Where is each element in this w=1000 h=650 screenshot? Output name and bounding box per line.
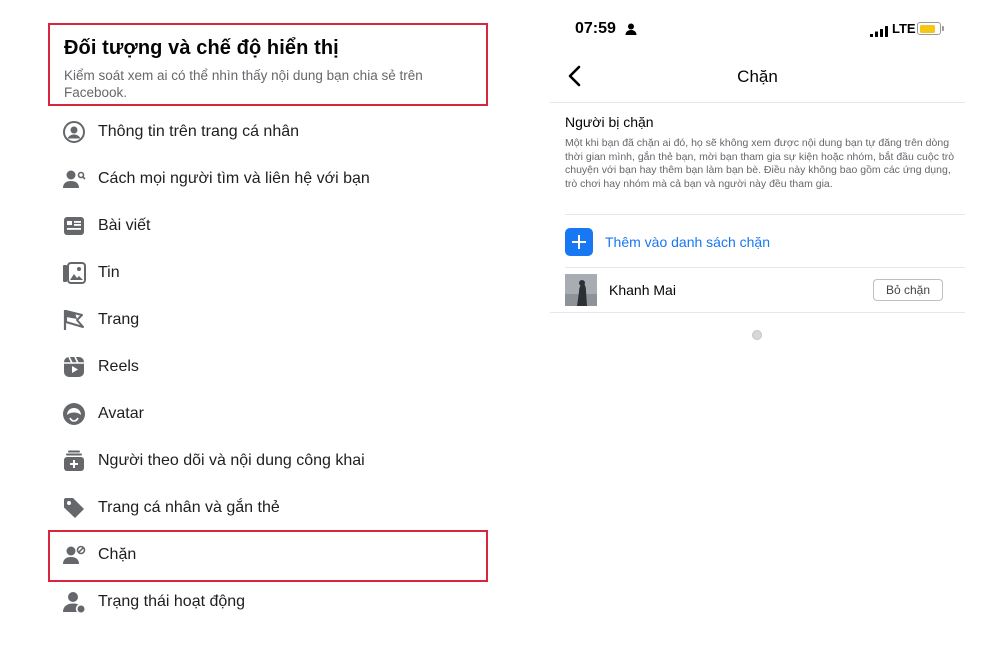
blocked-user-name: Khanh Mai xyxy=(609,282,676,298)
followers-icon xyxy=(62,449,86,473)
find-contact-icon xyxy=(62,167,86,191)
avatar xyxy=(565,274,597,306)
blocking-description: Một khi bạn đã chặn ai đó, họ sẽ không x… xyxy=(565,137,955,190)
unblock-button[interactable]: Bỏ chặn xyxy=(873,279,943,301)
network-label: LTE xyxy=(892,21,916,36)
menu-label: Tin xyxy=(98,264,120,281)
add-to-block-list-button[interactable]: Thêm vào danh sách chặn xyxy=(565,228,770,256)
divider xyxy=(550,312,965,313)
add-to-block-list-label: Thêm vào danh sách chặn xyxy=(605,234,770,250)
divider xyxy=(550,102,965,103)
divider xyxy=(565,267,965,268)
blocked-people-heading: Người bị chặn xyxy=(565,114,654,130)
pages-flag-icon xyxy=(62,308,86,332)
menu-item-stories[interactable]: Tin xyxy=(62,258,482,288)
menu-label: Reels xyxy=(98,358,139,375)
menu-label: Trang xyxy=(98,311,140,328)
screen-title: Chặn xyxy=(737,67,778,86)
menu-item-followers[interactable]: Người theo dõi và nội dung công khai xyxy=(62,446,482,476)
menu-item-profile-tagging[interactable]: Trang cá nhân và gắn thẻ xyxy=(62,493,482,523)
status-time: 07:59 xyxy=(575,20,616,37)
plus-icon xyxy=(565,228,593,256)
avatar-face-icon xyxy=(62,402,86,426)
battery-nub xyxy=(942,26,944,31)
menu-item-block[interactable]: Chặn xyxy=(62,540,482,570)
menu-label: Người theo dõi và nội dung công khai xyxy=(98,452,365,469)
battery-icon xyxy=(917,22,941,35)
menu-item-avatar[interactable]: Avatar xyxy=(62,399,482,429)
phone-block-screen: 07:59 LTE Chặn Người bị chặn Một khi bạn… xyxy=(550,0,965,650)
loading-indicator xyxy=(752,330,762,340)
profile-info-icon xyxy=(62,120,86,144)
menu-item-reels[interactable]: Reels xyxy=(62,352,482,382)
reels-icon xyxy=(62,355,86,379)
privacy-settings-panel: Đối tượng và chế độ hiển thị Kiểm soát x… xyxy=(0,0,520,650)
signal-icon xyxy=(870,24,888,42)
tag-icon xyxy=(62,496,86,520)
audience-visibility-header: Đối tượng và chế độ hiển thị Kiểm soát x… xyxy=(48,23,488,106)
menu-item-active-status[interactable]: Trạng thái hoạt động xyxy=(62,587,482,617)
menu-label: Thông tin trên trang cá nhân xyxy=(98,123,300,140)
posts-icon xyxy=(62,214,86,238)
page-subtitle: Kiểm soát xem ai có thể nhìn thấy nội du… xyxy=(64,68,423,100)
block-user-icon xyxy=(62,543,86,567)
menu-item-find-contact[interactable]: Cách mọi người tìm và liên hệ với bạn xyxy=(62,164,482,194)
menu-label: Avatar xyxy=(98,405,144,422)
stories-icon xyxy=(62,261,86,285)
menu-item-posts[interactable]: Bài viết xyxy=(62,211,482,241)
menu-label: Bài viết xyxy=(98,217,151,234)
menu-item-profile-info[interactable]: Thông tin trên trang cá nhân xyxy=(62,117,482,147)
menu-label: Cách mọi người tìm và liên hệ với bạn xyxy=(98,170,370,187)
menu-label: Trang cá nhân và gắn thẻ xyxy=(98,499,280,516)
page-title: Đối tượng và chế độ hiển thị xyxy=(64,37,339,59)
active-status-icon xyxy=(62,590,86,614)
menu-label: Chặn xyxy=(98,546,137,563)
blocked-user-row: Khanh Mai Bỏ chặn xyxy=(565,274,955,306)
menu-item-pages[interactable]: Trang xyxy=(62,305,482,335)
person-icon xyxy=(625,22,637,40)
menu-label: Trạng thái hoạt động xyxy=(98,593,246,610)
divider xyxy=(565,214,965,215)
